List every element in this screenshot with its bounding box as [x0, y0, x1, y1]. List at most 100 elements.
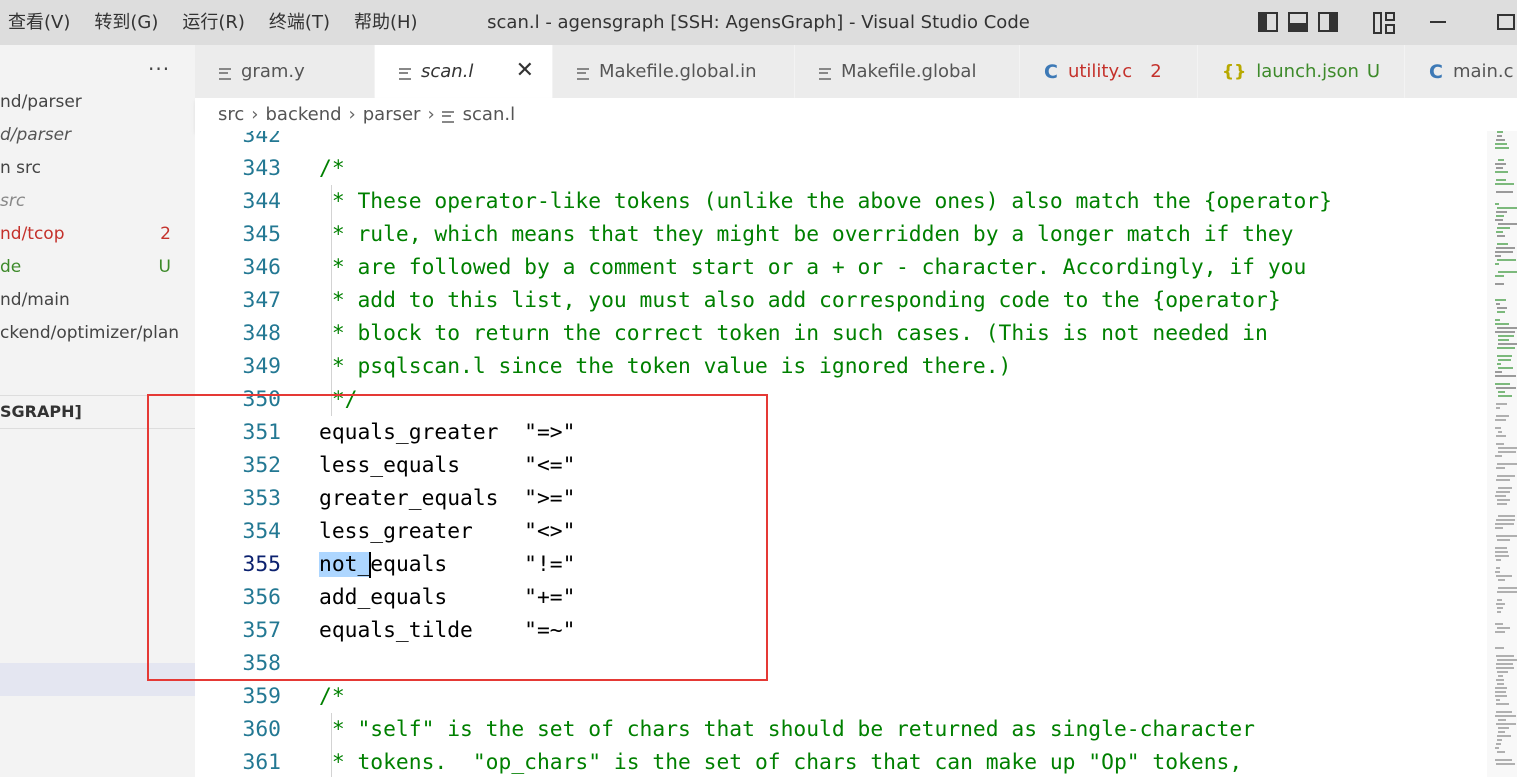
- tab-launch-json[interactable]: {} launch.json U: [1198, 45, 1405, 98]
- minimap-line: [1498, 335, 1514, 337]
- minimap-line: [1498, 487, 1512, 489]
- minimap-line: [1497, 599, 1502, 601]
- minimap-line: [1495, 171, 1508, 173]
- sidebar-item[interactable]: nd/main: [0, 284, 195, 317]
- minimap-line: [1495, 551, 1508, 553]
- tab-label: Makefile.global.in: [599, 61, 757, 82]
- minimap-line: [1495, 687, 1507, 689]
- chevron-right-icon: ›: [251, 104, 259, 125]
- minimap-line: [1496, 211, 1507, 213]
- minimap-line: [1495, 275, 1504, 277]
- close-icon[interactable]: ✕: [516, 58, 534, 83]
- minimap-line: [1497, 235, 1505, 237]
- breadcrumb-item[interactable]: parser: [363, 98, 421, 131]
- minimap-line: [1495, 283, 1504, 285]
- code-line: 344 * These operator-like tokens (unlike…: [195, 185, 1487, 218]
- minimap-line: [1497, 659, 1517, 661]
- sidebar-item[interactable]: d/parser: [0, 119, 195, 152]
- minimap-line: [1495, 647, 1504, 649]
- tab-makefile-global[interactable]: Makefile.global: [795, 45, 1020, 98]
- minimap-line: [1497, 499, 1510, 501]
- menu-item[interactable]: 终端(T): [257, 0, 342, 45]
- minimap-line: [1496, 467, 1505, 469]
- code-text: * psqlscan.l since the token value is ig…: [319, 354, 1012, 379]
- more-actions-button[interactable]: ···: [148, 57, 170, 81]
- menu-item[interactable]: 转到(G): [82, 0, 170, 45]
- sidebar-item[interactable]: nd/parser: [0, 86, 195, 119]
- minimap-line: [1498, 359, 1511, 361]
- minimap-line: [1498, 223, 1517, 225]
- tab-gram-y[interactable]: gram.y: [195, 45, 375, 98]
- customize-layout-icon[interactable]: [1373, 12, 1395, 34]
- annotation-highlight-box: [147, 394, 768, 681]
- chevron-right-icon: ›: [348, 104, 356, 125]
- sidebar-item-badge: 2: [160, 224, 171, 244]
- minimap-line: [1497, 327, 1517, 329]
- minimap-line: [1498, 451, 1516, 453]
- tab-main-c[interactable]: Cmain.c: [1405, 45, 1517, 98]
- minimap-line: [1496, 519, 1515, 521]
- line-number: 347: [242, 288, 281, 313]
- code-line: 347 * add to this list, you must also ad…: [195, 284, 1487, 317]
- code-line: 345 * rule, which means that they might …: [195, 218, 1487, 251]
- toggle-secondary-sidebar-icon[interactable]: [1318, 12, 1338, 32]
- minimap-line: [1496, 603, 1505, 605]
- minimap-line: [1495, 147, 1509, 149]
- code-text: * tokens. "op_chars" is the set of chars…: [319, 750, 1243, 775]
- minimap-line: [1497, 227, 1510, 229]
- breadcrumb-item[interactable]: src: [218, 98, 244, 131]
- tab-utility-c[interactable]: Cutility.c 2: [1020, 45, 1198, 98]
- toggle-panel-icon[interactable]: [1288, 12, 1308, 32]
- sidebar-item[interactable]: de U: [0, 251, 195, 284]
- minimap-line: [1497, 611, 1501, 613]
- sidebar-item[interactable]: src: [0, 185, 195, 218]
- minimap-line: [1498, 515, 1515, 517]
- minimap-line: [1496, 191, 1513, 193]
- menu-item[interactable]: 查看(V): [0, 0, 82, 45]
- minimap-line: [1496, 699, 1500, 701]
- tab-badge: U: [1366, 61, 1381, 82]
- minimap-line: [1495, 251, 1513, 253]
- minimap-line: [1495, 143, 1507, 145]
- minimap-line: [1495, 419, 1506, 421]
- minimize-button[interactable]: [1430, 21, 1446, 23]
- minimap-line: [1497, 739, 1502, 741]
- minimap-line: [1496, 567, 1500, 569]
- minimap-line: [1495, 631, 1505, 633]
- code-text: /*: [319, 684, 345, 709]
- menu-bar: 查看(V) 转到(G) 运行(R) 终端(T) 帮助(H): [0, 0, 430, 45]
- sidebar-item[interactable]: ckend/optimizer/plan: [0, 317, 195, 350]
- file-lines-icon: [577, 66, 589, 80]
- minimap-line: [1495, 299, 1506, 301]
- menu-item[interactable]: 帮助(H): [342, 0, 430, 45]
- code-text: * add to this list, you must also add co…: [319, 288, 1281, 313]
- minimap-line: [1496, 743, 1501, 745]
- minimap-line: [1496, 387, 1516, 389]
- sidebar-section-label: SGRAPH]: [0, 402, 82, 421]
- code-text: * rule, which means that they might be o…: [319, 222, 1294, 247]
- sidebar-item[interactable]: nd/tcop 2: [0, 218, 195, 251]
- minimap-line: [1498, 339, 1509, 341]
- minimap-line: [1496, 443, 1504, 445]
- minimap-line: [1496, 535, 1517, 537]
- sidebar-item[interactable]: n src: [0, 152, 195, 185]
- breadcrumb-item[interactable]: scan.l: [463, 98, 515, 131]
- minimap-line: [1495, 323, 1509, 325]
- menu-item[interactable]: 运行(R): [170, 0, 257, 45]
- tab-scan-l[interactable]: scan.l ✕: [375, 45, 553, 98]
- minimap-line: [1497, 347, 1515, 349]
- toggle-primary-sidebar-icon[interactable]: [1258, 12, 1278, 32]
- minimap-line: [1497, 607, 1503, 609]
- layout-controls: [1258, 12, 1338, 32]
- minimap[interactable]: [1487, 131, 1517, 777]
- line-number: 346: [242, 255, 281, 280]
- minimap-line: [1495, 547, 1507, 549]
- minimap-line: [1496, 723, 1516, 725]
- maximize-button[interactable]: [1497, 14, 1515, 30]
- line-number: 349: [242, 354, 281, 379]
- minimap-line: [1495, 255, 1501, 257]
- sidebar-item-label: ckend/optimizer/plan: [0, 323, 180, 343]
- breadcrumb-item[interactable]: backend: [265, 98, 341, 131]
- tab-label: main.c: [1452, 61, 1514, 82]
- tab-makefile-global-in[interactable]: Makefile.global.in: [553, 45, 795, 98]
